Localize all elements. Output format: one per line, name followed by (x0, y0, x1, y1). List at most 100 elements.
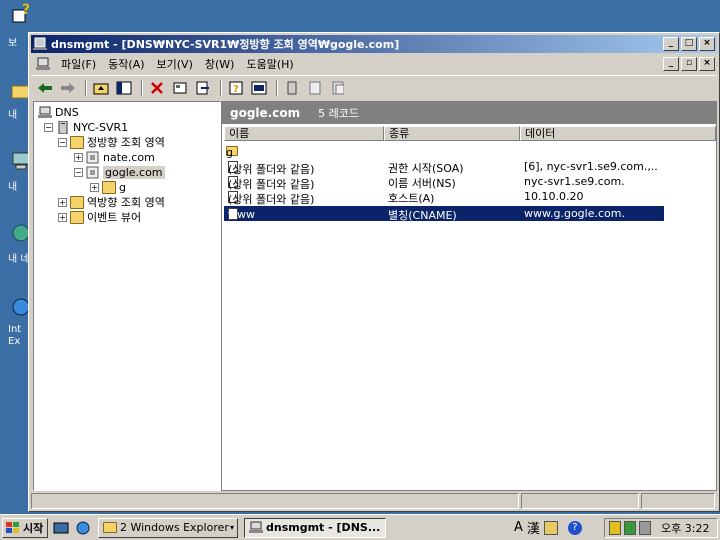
console-icon[interactable] (249, 79, 269, 97)
record-row[interactable]: (상위 폴더와 같음) 권한 시작(SOA) [6], nyc-svr1.se9… (224, 159, 664, 176)
expand-toggle[interactable]: + (58, 197, 67, 207)
toolbar-separator (276, 79, 278, 96)
tree-label-forward-zone: 정방향 조회 영역 (87, 136, 165, 149)
desktop-label: 보 (8, 38, 18, 49)
help-file-icon: ? (12, 2, 30, 23)
status-panel (31, 493, 519, 509)
dnsmgmt-window: dnsmgmt - [DNS₩NYC-SVR1₩정방향 조회 영역₩gogle.… (28, 32, 720, 512)
minimize-button[interactable]: _ (663, 37, 679, 51)
desktop-label: 내 네 (8, 254, 30, 265)
zone-title: gogle.com (230, 106, 301, 120)
mdi-minimize-button[interactable]: _ (663, 57, 679, 71)
desktop-label: 내 (8, 110, 18, 121)
help-icon[interactable]: ? (567, 520, 582, 535)
network-tray-icon[interactable] (624, 520, 636, 535)
record-row-selected[interactable]: www 별칭(CNAME) www.g.gogle.com. (224, 206, 664, 222)
column-header-data[interactable]: 데이터 (520, 126, 716, 141)
record-count: 5 레코드 (318, 107, 359, 120)
column-header-type[interactable]: 종류 (384, 126, 520, 141)
record-name: g (226, 146, 233, 159)
help-icon[interactable]: ? (226, 79, 246, 97)
svg-text:?: ? (233, 84, 239, 95)
ime-settings-icon[interactable] (543, 520, 558, 535)
show-tree-icon[interactable] (114, 79, 134, 97)
delete-icon[interactable] (147, 79, 167, 97)
tree-item-event-viewer[interactable]: + 이벤트 뷰어 (58, 210, 141, 224)
desktop-label: Int (8, 324, 22, 335)
dns-icon (38, 106, 52, 118)
zone-icon[interactable] (305, 79, 325, 97)
properties-icon[interactable] (170, 79, 190, 97)
window-title: dnsmgmt - [DNS₩NYC-SVR1₩정방향 조회 영역₩gogle.… (51, 38, 400, 51)
column-header-name[interactable]: 이름 (224, 126, 384, 141)
ime-hanja-icon[interactable]: 漢 (527, 518, 540, 537)
menu-bar: 파일(F) 동작(A) 보기(V) 창(W) 도움말(H) _ ▫ × (31, 54, 717, 74)
tree-item-forward-zone[interactable]: − 정방향 조회 영역 (58, 135, 165, 149)
title-bar[interactable]: dnsmgmt - [DNS₩NYC-SVR1₩정방향 조회 영역₩gogle.… (31, 35, 717, 53)
security-shield-icon[interactable] (609, 520, 621, 535)
tree-label-server: NYC-SVR1 (73, 120, 129, 134)
record-data: [6], nyc-svr1.se9.com.,.. (524, 160, 658, 173)
console-icon[interactable] (35, 56, 51, 72)
back-icon[interactable] (35, 79, 55, 97)
show-desktop-icon[interactable] (52, 519, 70, 537)
toolbar-separator (141, 79, 143, 96)
maximize-button[interactable]: □ (681, 37, 697, 51)
tree-label-zone-selected: gogle.com (103, 165, 165, 179)
record-data: www.g.gogle.com. (524, 207, 625, 220)
chevron-down-icon: ▾ (229, 523, 234, 532)
close-button[interactable]: × (699, 37, 715, 51)
record-data: nyc-svr1.se9.com. (524, 175, 625, 188)
record-row[interactable]: g (224, 144, 664, 159)
up-folder-icon[interactable] (91, 79, 111, 97)
clock[interactable]: 오후 3:22 (661, 520, 709, 536)
menu-help[interactable]: 도움말(H) (240, 55, 299, 73)
export-icon[interactable] (193, 79, 213, 97)
status-panel (641, 493, 715, 509)
windows-logo-icon (6, 521, 19, 533)
expand-toggle[interactable]: + (90, 182, 99, 192)
collapse-toggle[interactable]: − (44, 122, 53, 132)
mdi-restore-button[interactable]: ▫ (681, 57, 697, 71)
ime-mode-icon[interactable]: A (514, 520, 523, 535)
folder-icon (102, 180, 116, 194)
folder-icon (70, 210, 84, 224)
zone-icon (86, 151, 99, 163)
expand-toggle[interactable]: + (58, 212, 67, 222)
task-label: 2 Windows Explorer (120, 521, 229, 534)
record-icon[interactable] (328, 79, 348, 97)
task-dnsmgmt[interactable]: dnsmgmt - [DNS... (244, 517, 386, 538)
tree-item-subdomain-g[interactable]: + g (90, 180, 126, 194)
collapse-toggle[interactable]: − (58, 137, 67, 147)
record-row[interactable]: (상위 폴더와 같음) 이름 서버(NS) nyc-svr1.se9.com. (224, 174, 664, 191)
menu-file[interactable]: 파일(F) (55, 55, 102, 73)
start-button[interactable]: 시작 (2, 517, 48, 538)
desktop-label: 내 (8, 182, 18, 193)
task-windows-explorer[interactable]: 2 Windows Explorer ▾ (98, 517, 238, 538)
expand-toggle[interactable]: + (74, 152, 83, 162)
menu-window[interactable]: 창(W) (199, 55, 241, 73)
record-type: 별칭(CNAME) (388, 209, 457, 222)
svg-text:?: ? (22, 2, 30, 18)
menu-action[interactable]: 동작(A) (102, 55, 150, 73)
tree-label-event-viewer: 이벤트 뷰어 (87, 211, 142, 224)
menu-view[interactable]: 보기(V) (151, 55, 199, 73)
tree-label-zone: nate.com (103, 150, 155, 164)
desktop-icon-help[interactable]: ? (8, 2, 34, 27)
tree-item-zone-gogle[interactable]: − gogle.com (74, 165, 165, 179)
mdi-close-button[interactable]: × (699, 57, 715, 71)
internet-explorer-icon[interactable] (74, 519, 92, 537)
tree-item-dns[interactable]: DNS (38, 105, 79, 119)
record-row[interactable]: (상위 폴더와 같음) 호스트(A) 10.10.0.20 (224, 189, 664, 206)
collapse-toggle[interactable]: − (74, 167, 83, 177)
language-bar[interactable]: A 漢 ? (514, 518, 582, 537)
tree-item-zone-nate[interactable]: + nate.com (74, 150, 155, 164)
task-label: dnsmgmt - [DNS... (266, 521, 381, 534)
tree-item-server[interactable]: − NYC-SVR1 (44, 120, 128, 134)
volume-icon[interactable] (639, 520, 651, 535)
zone-icon (86, 166, 99, 178)
toolbar: ? (31, 75, 717, 99)
tree-item-reverse-zone[interactable]: + 역방향 조회 영역 (58, 195, 165, 209)
server-icon[interactable] (282, 79, 302, 97)
forward-icon[interactable] (58, 79, 78, 97)
